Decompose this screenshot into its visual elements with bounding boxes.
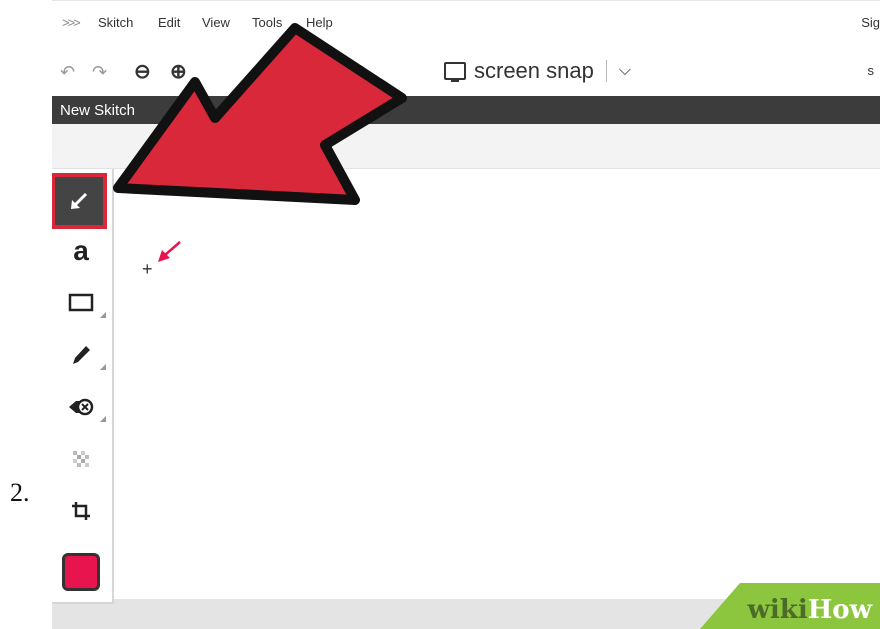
drawing-canvas[interactable] [114, 169, 880, 599]
crosshair-cursor: + [142, 259, 153, 279]
submenu-indicator: ◢ [99, 414, 106, 423]
color-swatch[interactable] [62, 553, 100, 591]
pixelate-icon [73, 451, 89, 467]
pen-tool[interactable]: ◢ [58, 335, 106, 375]
step-number: 2. [10, 478, 30, 507]
submenu-indicator: ◢ [99, 362, 106, 371]
toolbar-right-text[interactable]: s [868, 63, 875, 78]
menu-bar: >>> Skitch Edit View Tools Help Sig [52, 0, 880, 49]
arrow-tool[interactable] [52, 173, 107, 229]
menu-skitch[interactable]: Skitch [98, 15, 133, 30]
menu-help[interactable]: Help [306, 15, 333, 30]
stamp-icon [69, 398, 94, 416]
zoom-in-icon[interactable]: ⊕ [170, 59, 187, 84]
stamp-tool[interactable]: ◢ [58, 387, 106, 427]
wikihow-watermark: wikiHow [700, 583, 880, 629]
tool-panel: a ◢ ◢ ◢ [52, 169, 114, 604]
shape-tool[interactable]: ◢ [58, 283, 106, 323]
skitch-window: >>> Skitch Edit View Tools Help Sig ↶ ↷ … [52, 0, 880, 629]
redo-icon[interactable]: ↷ [92, 62, 107, 83]
arrow-icon [71, 192, 88, 209]
menu-view[interactable]: View [202, 15, 230, 30]
monitor-icon [444, 62, 466, 82]
chevron-down-icon[interactable]: ⌵ [619, 62, 631, 80]
wikihow-how: How [807, 595, 872, 625]
wikihow-wiki: wiki [747, 595, 808, 625]
pen-icon [73, 346, 90, 364]
document-title-bar: New Skitch [52, 96, 880, 124]
double-chevron-icon[interactable]: >>> [62, 15, 81, 30]
snap-divider [605, 60, 607, 82]
crop-tool[interactable] [58, 491, 104, 531]
sign-in-link[interactable]: Sig [861, 15, 880, 30]
text-icon: a [73, 235, 89, 266]
undo-icon[interactable]: ↶ [60, 62, 75, 83]
wikihow-logo: wikiHow [748, 595, 872, 625]
screen-snap-button[interactable]: screen snap ⌵ [444, 58, 631, 84]
text-tool[interactable]: a [58, 231, 104, 271]
menu-edit[interactable]: Edit [158, 15, 180, 30]
crop-icon [72, 502, 90, 520]
screen-snap-label: screen snap [474, 58, 594, 83]
menu-tools[interactable]: Tools [252, 15, 282, 30]
document-title: New Skitch [60, 102, 136, 119]
submenu-indicator: ◢ [99, 310, 106, 319]
zoom-out-icon[interactable]: ⊖ [134, 59, 151, 84]
sub-toolbar [52, 124, 880, 169]
pixelate-tool[interactable] [58, 439, 104, 479]
rectangle-icon [68, 293, 94, 312]
